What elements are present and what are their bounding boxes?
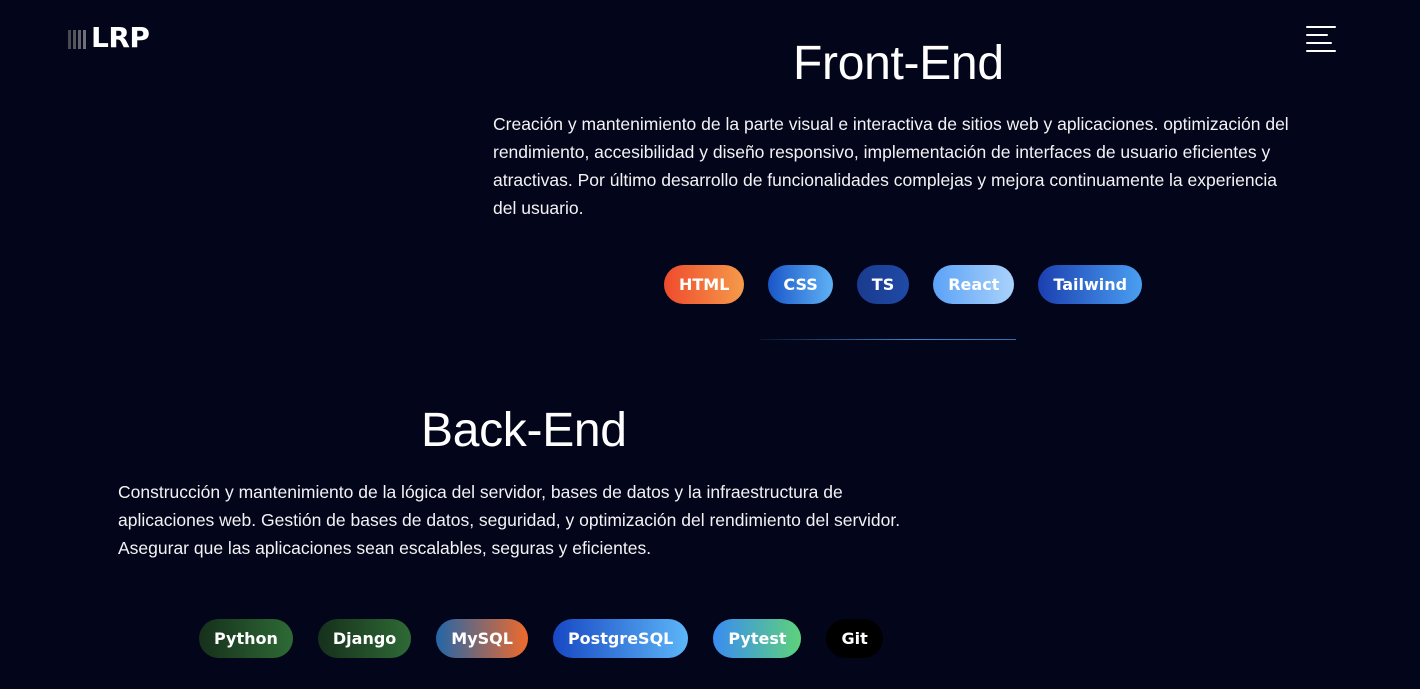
logo-text: LRP — [91, 21, 150, 54]
tech-chip-html: HTML — [664, 265, 745, 304]
tech-chip-django: Django — [317, 619, 412, 658]
tech-chip-pytest: Pytest — [713, 619, 802, 658]
section-divider — [760, 339, 1016, 340]
tech-chip-react: React — [933, 265, 1015, 304]
hamburger-menu-icon[interactable] — [1306, 26, 1336, 52]
backend-tech-chips: Python Django MySQL PostgreSQL Pytest Git — [199, 619, 883, 658]
backend-description: Construcción y mantenimiento de la lógic… — [118, 482, 901, 558]
tech-chip-postgresql: PostgreSQL — [552, 619, 689, 658]
tech-chip-git: Git — [826, 619, 883, 658]
tech-chip-python: Python — [199, 619, 293, 658]
brand-logo[interactable]: LRP — [68, 21, 150, 54]
frontend-title: Front-End — [793, 37, 1004, 90]
backend-title: Back-End — [421, 404, 627, 457]
tech-chip-mysql: MySQL — [436, 619, 528, 658]
tech-chip-tailwind: Tailwind — [1038, 265, 1143, 304]
tech-chip-ts: TS — [856, 265, 910, 304]
frontend-description: Creación y mantenimiento de la parte vis… — [493, 114, 1289, 218]
tech-chip-css: CSS — [768, 265, 833, 304]
frontend-tech-chips: HTML CSS TS React Tailwind — [664, 265, 1143, 304]
logo-bars-icon — [68, 30, 86, 49]
